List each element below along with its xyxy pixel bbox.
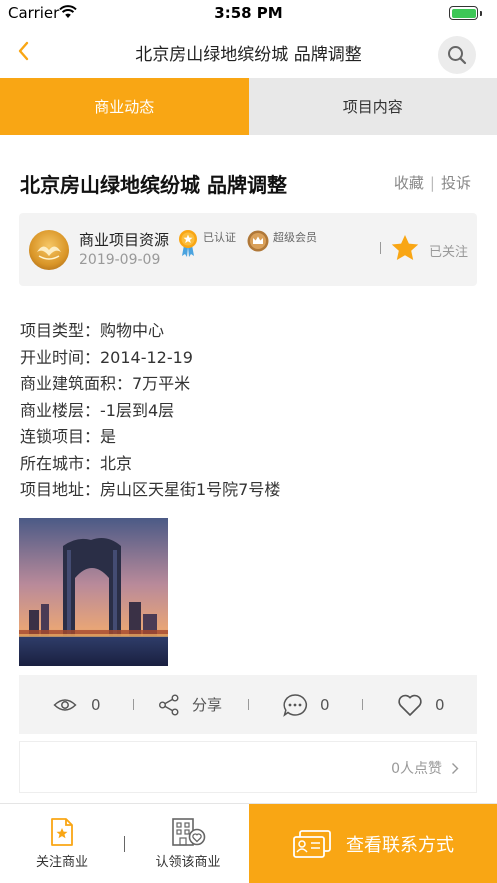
share-icon: [159, 694, 179, 715]
detail-floors: 商业楼层：-1层到4层: [20, 400, 175, 420]
stats-separator: [133, 699, 134, 710]
comments-stat[interactable]: 0: [282, 675, 330, 734]
likes-count: 0: [435, 695, 445, 714]
comment-icon: [283, 693, 307, 717]
card-separator: [380, 242, 381, 254]
publish-date: 2019-09-09: [79, 252, 161, 268]
report-button[interactable]: 投诉: [441, 172, 471, 193]
actions-separator: |: [429, 173, 435, 192]
city-skyline-image: [19, 518, 168, 666]
detail-opening-date: 开业时间：2014-12-19: [20, 347, 193, 367]
author-card: 商业项目资源 已认证 超级会员 2019-09-09 已关注: [19, 213, 477, 286]
page-title: 北京房山绿地缤纷城 品牌调整: [135, 45, 362, 65]
detail-project-type: 项目类型：购物中心: [20, 321, 165, 340]
verified-badge-icon: [179, 230, 197, 257]
detail-city: 所在城市：北京: [20, 453, 133, 473]
battery-icon: [449, 6, 478, 20]
share-label: 分享: [192, 696, 223, 714]
heart-icon: [398, 694, 422, 716]
crown-badge-icon: [247, 230, 269, 252]
contact-card-icon: [293, 830, 331, 858]
tab-business-news[interactable]: 商业动态: [0, 78, 249, 135]
view-contact-label: 查看联系方式: [346, 835, 454, 856]
views-count: 0: [91, 695, 101, 714]
article-title: 北京房山绿地缤纷城 品牌调整: [20, 173, 287, 197]
follow-business-button[interactable]: 关注商业: [24, 804, 100, 883]
detail-chain: 连锁项目：是: [20, 427, 117, 446]
back-button[interactable]: [8, 36, 38, 66]
follow-business-label: 关注商业: [35, 855, 88, 870]
view-contact-button[interactable]: 查看联系方式: [249, 804, 497, 883]
verified-label: 已认证: [203, 231, 236, 244]
search-button[interactable]: [438, 36, 476, 74]
building-claim-icon: [172, 818, 206, 846]
tab-bar: 商业动态 项目内容: [0, 78, 497, 135]
status-bar: Carrier 3:58 PM: [0, 0, 497, 26]
claim-business-button[interactable]: 认领该商业: [146, 804, 230, 883]
title-actions: 收藏 | 投诉: [394, 172, 471, 193]
bottom-separator: [124, 836, 125, 852]
claim-business-label: 认领该商业: [155, 855, 221, 870]
navigation-bar: 北京房山绿地缤纷城 品牌调整: [0, 26, 497, 78]
like-button[interactable]: 0: [397, 675, 445, 734]
chevron-right-icon: [452, 763, 459, 774]
stats-separator: [362, 699, 363, 710]
chevron-left-icon: [18, 41, 29, 61]
bottom-action-bar: 关注商业 认领该商业 查看联系方式: [0, 803, 497, 883]
vip-label: 超级会员: [273, 231, 317, 244]
eye-icon: [53, 698, 77, 711]
detail-address: 项目地址：房山区天星街1号院7号楼: [20, 480, 281, 499]
avatar-logo-icon: [37, 246, 61, 260]
search-icon: [448, 46, 467, 65]
comments-count: 0: [320, 695, 330, 714]
follow-status[interactable]: 已关注: [429, 241, 468, 260]
detail-floor-area: 商业建筑面积：7万平米: [20, 374, 191, 393]
clock: 3:58 PM: [214, 4, 283, 22]
project-details: 项目类型：购物中心 开业时间：2014-12-19 商业建筑面积：7万平米 商业…: [20, 318, 280, 504]
project-photo[interactable]: [19, 518, 168, 666]
battery-tip: [480, 11, 482, 16]
bookmark-document-icon: [51, 818, 73, 846]
stats-separator: [248, 699, 249, 710]
avatar[interactable]: [29, 230, 69, 270]
author-name[interactable]: 商业项目资源: [79, 229, 169, 250]
star-icon[interactable]: [390, 233, 420, 263]
likes-summary: 0人点赞: [391, 761, 442, 777]
views-stat: 0: [53, 675, 101, 734]
share-button[interactable]: 分享: [158, 675, 222, 734]
likes-row[interactable]: 0人点赞: [19, 741, 477, 793]
favorite-button[interactable]: 收藏: [394, 172, 424, 193]
tab-project-content[interactable]: 项目内容: [248, 78, 497, 135]
engagement-bar: 0 分享 0 0: [19, 675, 477, 734]
